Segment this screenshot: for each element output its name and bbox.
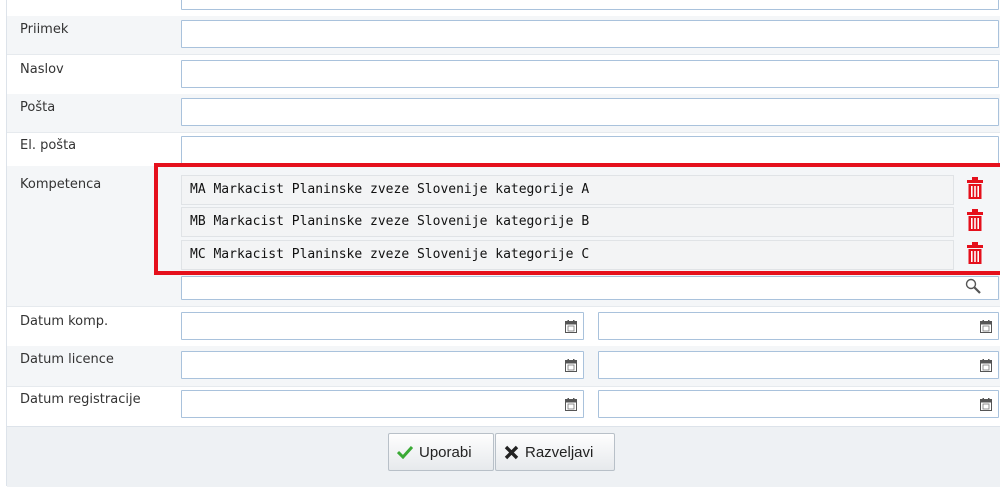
apply-button-label: Uporabi (419, 443, 472, 461)
calendar-icon[interactable] (980, 359, 992, 372)
apply-button[interactable]: Uporabi (388, 433, 494, 471)
label-datum-komp: Datum komp. (20, 314, 109, 329)
kompetenca-search-input[interactable] (181, 276, 999, 300)
trash-icon[interactable] (967, 177, 983, 199)
label-datum-registracije: Datum registracije (20, 392, 141, 407)
datum-registracije-from-input[interactable] (181, 390, 584, 418)
top-row (7, 0, 1000, 10)
calendar-icon[interactable] (565, 359, 577, 372)
cancel-button[interactable]: Razveljavi (495, 433, 615, 471)
calendar-icon[interactable] (565, 398, 577, 411)
row-el-posta: El. pošta (7, 132, 1000, 167)
datum-komp-from-input[interactable] (181, 312, 584, 340)
trash-icon[interactable] (967, 209, 983, 231)
posta-input[interactable] (181, 98, 999, 126)
cancel-button-label: Razveljavi (525, 443, 594, 461)
label-naslov: Naslov (20, 62, 64, 77)
row-datum-registracije: Datum registracije (7, 386, 1000, 426)
priimek-input[interactable] (181, 20, 999, 48)
calendar-icon[interactable] (980, 320, 992, 333)
label-el-posta: El. pošta (20, 138, 77, 153)
row-kompetenca: Kompetenca MA Markacist Planinske zveze … (7, 166, 1000, 307)
el-posta-input[interactable] (181, 136, 999, 164)
datum-licence-to-input[interactable] (598, 351, 999, 379)
row-datum-komp: Datum komp. (7, 308, 1000, 347)
close-icon (504, 445, 519, 459)
edit-form: Priimek Naslov Pošta El. pošta Kompetenc… (6, 0, 1000, 487)
name-input[interactable] (181, 0, 999, 10)
trash-icon[interactable] (967, 242, 983, 264)
label-priimek: Priimek (20, 22, 69, 37)
calendar-icon[interactable] (565, 320, 577, 333)
kompetenca-item: MC Markacist Planinske zveze Slovenije k… (181, 240, 954, 270)
datum-registracije-to-input[interactable] (598, 390, 999, 418)
label-posta: Pošta (20, 100, 56, 115)
row-priimek: Priimek (7, 16, 1000, 55)
kompetenca-item: MB Markacist Planinske zveze Slovenije k… (181, 207, 954, 237)
row-posta: Pošta (7, 94, 1000, 133)
datum-komp-to-input[interactable] (598, 312, 999, 340)
calendar-icon[interactable] (980, 398, 992, 411)
row-datum-licence: Datum licence (7, 346, 1000, 387)
label-kompetenca: Kompetenca (20, 177, 102, 192)
naslov-input[interactable] (181, 60, 999, 88)
search-icon[interactable] (965, 278, 981, 294)
check-icon (397, 445, 413, 459)
button-bar: Uporabi Razveljavi (7, 426, 1000, 487)
label-datum-licence: Datum licence (20, 352, 114, 367)
kompetenca-item: MA Markacist Planinske zveze Slovenije k… (181, 175, 954, 205)
datum-licence-from-input[interactable] (181, 351, 584, 379)
row-naslov: Naslov (7, 56, 1000, 95)
